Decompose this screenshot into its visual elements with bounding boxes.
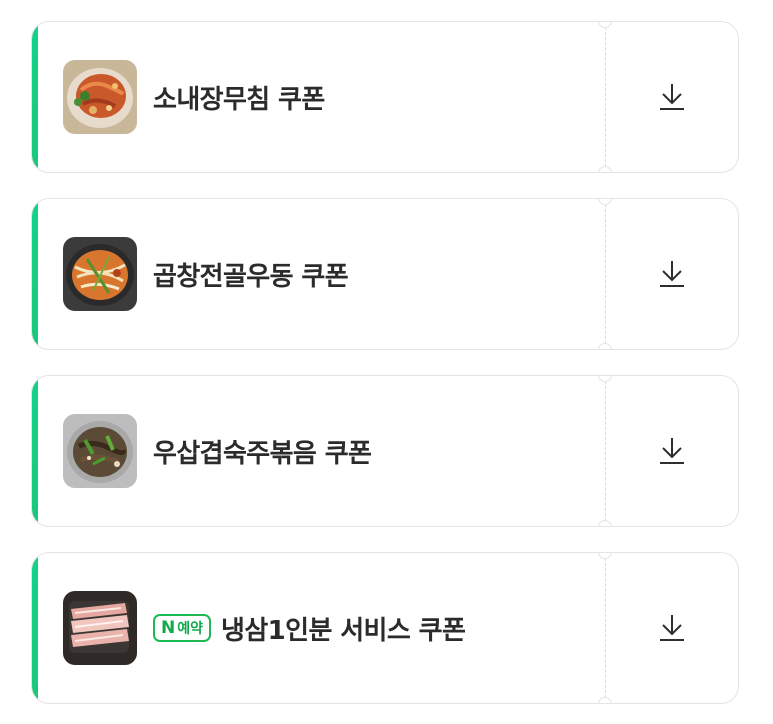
download-icon — [660, 615, 684, 641]
coupon-food-image — [63, 60, 137, 134]
coupon-title-wrap: 곱창전골우동 쿠폰 — [153, 256, 349, 293]
download-coupon-button[interactable] — [606, 199, 738, 349]
coupon-food-image — [63, 414, 137, 488]
coupon-title-wrap: N 예약 냉삼1인분 서비스 쿠폰 — [153, 610, 466, 647]
coupon-title: 곱창전골우동 쿠폰 — [153, 261, 349, 292]
coupon-content: 우삽겹숙주볶음 쿠폰 — [32, 376, 605, 526]
coupon-card: N 예약 냉삼1인분 서비스 쿠폰 — [31, 552, 739, 704]
download-coupon-button[interactable] — [606, 22, 738, 172]
coupon-food-image — [63, 591, 137, 665]
coupon-card: 곱창전골우동 쿠폰 — [31, 198, 739, 350]
coupon-title: 냉삼1인분 서비스 쿠폰 — [221, 615, 466, 646]
download-icon — [660, 261, 684, 287]
coupon-title-wrap: 소내장무침 쿠폰 — [153, 79, 325, 116]
n-reservation-badge: N 예약 — [153, 614, 211, 642]
coupon-list: 소내장무침 쿠폰 곱창전골우동 쿠폰 우삽겹숙주볶음 쿠폰 N 예약 냉삼1인분… — [31, 21, 741, 704]
coupon-title-wrap: 우삽겹숙주볶음 쿠폰 — [153, 433, 372, 470]
naver-n-logo: N — [161, 618, 176, 638]
download-coupon-button[interactable] — [606, 553, 738, 703]
download-icon — [660, 438, 684, 464]
coupon-food-image — [63, 237, 137, 311]
reservation-badge-label: 예약 — [177, 621, 203, 637]
download-icon — [660, 84, 684, 110]
coupon-content: 곱창전골우동 쿠폰 — [32, 199, 605, 349]
coupon-content: 소내장무침 쿠폰 — [32, 22, 605, 172]
download-coupon-button[interactable] — [606, 376, 738, 526]
coupon-title: 소내장무침 쿠폰 — [153, 84, 325, 115]
coupon-card: 소내장무침 쿠폰 — [31, 21, 739, 173]
coupon-content: N 예약 냉삼1인분 서비스 쿠폰 — [32, 553, 605, 703]
coupon-title: 우삽겹숙주볶음 쿠폰 — [153, 438, 372, 469]
coupon-card: 우삽겹숙주볶음 쿠폰 — [31, 375, 739, 527]
